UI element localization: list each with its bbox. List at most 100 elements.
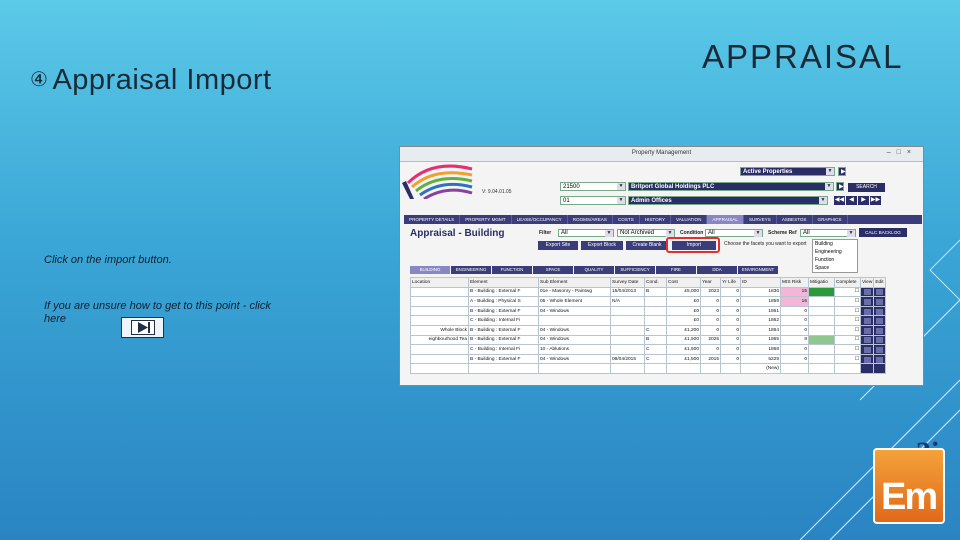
cell-location[interactable]: Whole Block bbox=[410, 324, 469, 336]
cell-year[interactable]: 2023 bbox=[700, 286, 721, 298]
edit-button[interactable] bbox=[873, 296, 887, 307]
cell-cost[interactable]: £1,500 bbox=[666, 353, 701, 365]
cell-mitigation[interactable] bbox=[808, 296, 835, 307]
cell-cost[interactable] bbox=[666, 363, 701, 374]
edit-button[interactable] bbox=[873, 363, 887, 374]
export-site-button[interactable]: Export Site bbox=[538, 241, 578, 250]
cell-risk[interactable]: 0 bbox=[780, 353, 809, 365]
tab-valuation[interactable]: VALUATION bbox=[671, 215, 708, 224]
cell-date[interactable]: 15/04/2013 bbox=[610, 286, 645, 298]
cell-element[interactable]: B - Building : External F bbox=[468, 286, 539, 298]
tab-lease-occupancy[interactable]: LEASE/OCCUPANCY bbox=[512, 215, 568, 224]
cell-cost[interactable]: £1,500 bbox=[666, 334, 701, 346]
cell-location[interactable] bbox=[410, 363, 469, 374]
facet-item[interactable]: Building bbox=[813, 240, 857, 248]
cell-risk[interactable]: 0 bbox=[780, 344, 809, 355]
cell-cond[interactable]: C bbox=[644, 344, 667, 355]
cell-sub[interactable]: 04 - Windows bbox=[538, 353, 611, 365]
cell-cond[interactable]: C bbox=[644, 353, 667, 365]
table-row[interactable]: eighbourhood Tea B - Building : External … bbox=[410, 334, 887, 346]
cell-year[interactable]: 2025 bbox=[700, 334, 721, 346]
table-row[interactable]: B - Building : External F 04 - Windows £0 0… bbox=[410, 305, 887, 317]
facet-item[interactable]: Engineering bbox=[813, 248, 857, 256]
complete-checkbox[interactable]: ☐ bbox=[834, 324, 861, 336]
table-row[interactable]: (New) bbox=[410, 363, 887, 374]
cell-cond[interactable] bbox=[644, 315, 667, 326]
cell-element[interactable]: C - Building : Internal Fi bbox=[468, 315, 539, 326]
cell-mitigation[interactable] bbox=[808, 315, 835, 326]
cell-date[interactable]: N/A bbox=[610, 296, 645, 307]
cell-date[interactable]: 08/04/2015 bbox=[610, 353, 645, 365]
grid-tab-quality[interactable]: QUALITY bbox=[574, 266, 614, 274]
location-name-select[interactable]: Admin Offices ▼ bbox=[628, 196, 828, 205]
scheme-ref-select[interactable]: All ▼ bbox=[800, 229, 856, 237]
table-row[interactable]: B - Building : External F 01e - Masonry -… bbox=[410, 286, 887, 298]
cell-date[interactable] bbox=[610, 363, 645, 374]
cell-id[interactable]: 1862 bbox=[740, 315, 781, 326]
cell-location[interactable] bbox=[410, 286, 469, 298]
cell-element[interactable]: C - Building : Internal Fi bbox=[468, 344, 539, 355]
view-button[interactable] bbox=[859, 334, 875, 346]
cell-life[interactable]: 0 bbox=[720, 315, 741, 326]
view-button[interactable] bbox=[859, 286, 875, 298]
location-code-select[interactable]: 01 ▼ bbox=[560, 196, 626, 205]
cell-risk[interactable]: 0 bbox=[780, 315, 809, 326]
complete-checkbox[interactable]: ☐ bbox=[834, 315, 861, 326]
cell-sub[interactable]: 04 - Windows bbox=[538, 324, 611, 336]
edit-button[interactable] bbox=[873, 315, 887, 326]
cell-risk[interactable]: 0 bbox=[780, 305, 809, 317]
property-code-select[interactable]: 21500 ▼ bbox=[560, 182, 626, 191]
view-button[interactable] bbox=[859, 344, 875, 355]
cell-risk[interactable]: 16 bbox=[780, 296, 809, 307]
column-header[interactable]: ID bbox=[740, 277, 781, 288]
column-header[interactable]: Edit bbox=[873, 277, 887, 288]
properties-filter-select[interactable]: Active Properties ▼ bbox=[740, 167, 835, 176]
tab-asbestos[interactable]: ASBESTOS bbox=[777, 215, 813, 224]
cell-life[interactable]: 0 bbox=[720, 353, 741, 365]
tab-property-mgmt[interactable]: PROPERTY MGMT bbox=[460, 215, 512, 224]
cell-sub[interactable]: 04 - Windows bbox=[538, 334, 611, 346]
export-block-button[interactable]: Export Block bbox=[581, 241, 623, 250]
table-row[interactable]: C - Building : Internal Fi 10 - Ablutions… bbox=[410, 344, 887, 355]
grid-tab-function[interactable]: FUNCTION bbox=[492, 266, 532, 274]
view-button[interactable] bbox=[859, 315, 875, 326]
column-header[interactable]: Complete bbox=[834, 277, 861, 288]
view-button[interactable] bbox=[859, 305, 875, 317]
table-row[interactable]: B - Building : External F 04 - Windows 08/… bbox=[410, 353, 887, 365]
filter-select[interactable]: All ▼ bbox=[558, 229, 614, 237]
cell-cost[interactable]: £0 bbox=[666, 305, 701, 317]
cell-mitigation[interactable] bbox=[808, 363, 835, 374]
create-blank-button[interactable]: Create Blank bbox=[626, 241, 668, 250]
archived-select[interactable]: Not Archived ▼ bbox=[617, 229, 675, 237]
cell-sub[interactable]: 01e - Masonry - Paintwg bbox=[538, 286, 611, 298]
cell-cost[interactable]: £5,000 bbox=[666, 286, 701, 298]
grid-tab-sufficiency[interactable]: SUFFICIENCY bbox=[615, 266, 655, 274]
cell-date[interactable] bbox=[610, 324, 645, 336]
cell-year[interactable]: 2015 bbox=[700, 353, 721, 365]
cell-mitigation[interactable] bbox=[808, 353, 835, 365]
cell-location[interactable]: eighbourhood Tea bbox=[410, 334, 469, 346]
cell-element[interactable] bbox=[468, 363, 539, 374]
cell-risk[interactable]: 15 bbox=[780, 286, 809, 298]
cell-risk[interactable]: 0 bbox=[780, 324, 809, 336]
cell-date[interactable] bbox=[610, 305, 645, 317]
cell-element[interactable]: B - Building : External F bbox=[468, 324, 539, 336]
cell-id[interactable]: 1861 bbox=[740, 305, 781, 317]
edit-button[interactable] bbox=[873, 334, 887, 346]
table-row[interactable]: C - Building : Internal Fi £0 0 0 1862 0 ☐ bbox=[410, 315, 887, 326]
column-header[interactable]: Element bbox=[468, 277, 539, 288]
edit-button[interactable] bbox=[873, 324, 887, 336]
cell-cost[interactable]: £1,200 bbox=[666, 324, 701, 336]
cell-cost[interactable]: £1,500 bbox=[666, 344, 701, 355]
cell-life[interactable]: 0 bbox=[720, 286, 741, 298]
complete-checkbox[interactable]: ☐ bbox=[834, 296, 861, 307]
cell-cond[interactable] bbox=[644, 296, 667, 307]
cell-year[interactable]: 0 bbox=[700, 305, 721, 317]
cell-location[interactable] bbox=[410, 315, 469, 326]
tab-rooms-areas[interactable]: ROOMS/AREAS bbox=[568, 215, 613, 224]
table-row[interactable]: A - Building : Physical S 05 - Whole Elem… bbox=[410, 296, 887, 307]
cell-id[interactable]: 1836 bbox=[740, 286, 781, 298]
cell-risk[interactable]: 8 bbox=[780, 334, 809, 346]
column-header[interactable]: Mitigatio bbox=[808, 277, 835, 288]
cell-mitigation[interactable] bbox=[808, 344, 835, 355]
